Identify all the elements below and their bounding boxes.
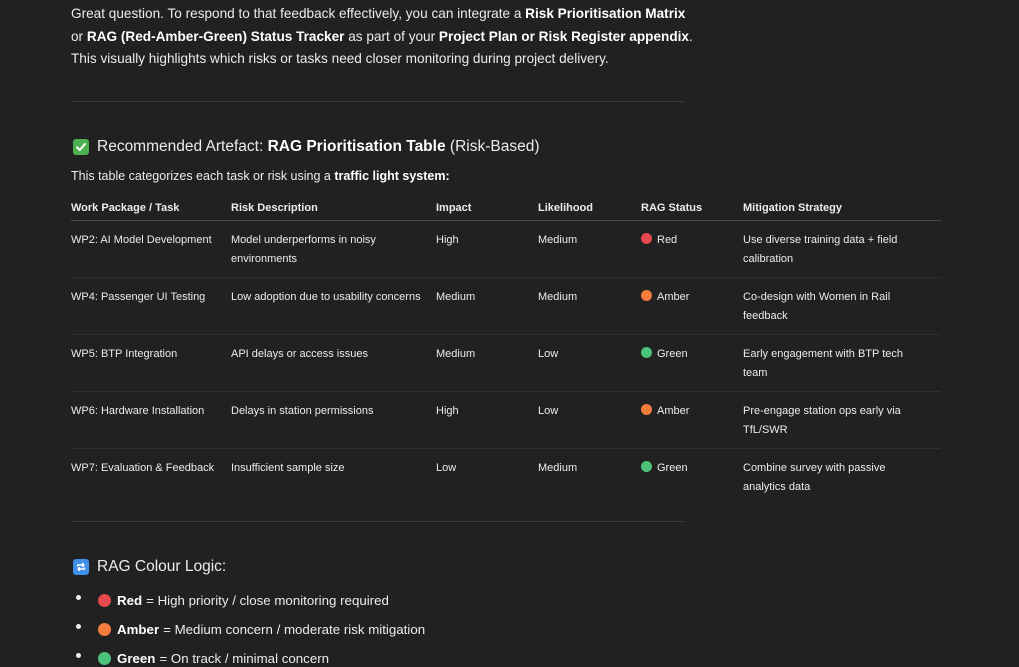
header-likelihood: Likelihood [538, 197, 641, 221]
green-circle-icon [641, 461, 652, 472]
bullet-icon [76, 653, 81, 658]
cell-impact: Low [436, 462, 457, 474]
divider [71, 521, 685, 522]
cell-mitigation: Co-design with Women in Rail feedback [743, 277, 941, 335]
check-mark-emoji-icon [73, 139, 89, 155]
table-intro: This table categorizes each task or risk… [71, 169, 450, 183]
rag-logic-list: Red = High priority / close monitoring re… [71, 586, 425, 667]
intro-paragraph: Great question. To respond to that feedb… [71, 3, 701, 71]
cell-risk: Low adoption due to usability concerns [231, 277, 436, 335]
table-header-row: Work Package / Task Risk Description Imp… [71, 197, 941, 221]
divider [71, 101, 685, 102]
cell-mitigation: Early engagement with BTP tech team [743, 334, 941, 392]
header-rag-status: RAG Status [641, 197, 743, 221]
cell-impact: Medium [436, 334, 538, 392]
artefact-heading: Recommended Artefact: RAG Prioritisation… [73, 138, 539, 156]
cell-task: WP4: Passenger UI Testing [71, 277, 231, 335]
intro-bold-term: Project Plan or Risk Register appendix [438, 28, 689, 44]
table-row: WP4: Passenger UI Testing Low adoption d… [71, 277, 941, 335]
rag-label: Red [657, 234, 678, 246]
heading-suffix: (Risk-Based) [449, 138, 540, 155]
header-risk-description: Risk Description [231, 197, 436, 221]
list-item: Amber = Medium concern / moderate risk mi… [71, 615, 425, 644]
bullet-icon [76, 624, 81, 629]
cell-mitigation: Use diverse training data + field calibr… [743, 220, 941, 278]
chat-response: Great question. To respond to that feedb… [0, 0, 1019, 667]
logic-text: = On track / minimal concern [159, 650, 330, 666]
cell-risk: Insufficient sample size [231, 462, 345, 474]
cell-task: WP7: Evaluation & Feedback [71, 462, 215, 474]
rag-label: Amber [657, 291, 690, 303]
table-row: WP2: AI Model Development Model underper… [71, 220, 941, 278]
logic-heading: RAG Colour Logic: [73, 558, 226, 576]
list-item: Red = High priority / close monitoring re… [71, 586, 425, 615]
intro-text: or [71, 28, 87, 44]
cell-likelihood: Medium [538, 220, 641, 278]
green-circle-icon [98, 652, 111, 665]
table-row: WP5: BTP Integration API delays or acces… [71, 334, 941, 392]
bullet-icon [76, 595, 81, 600]
logic-text: = High priority / close monitoring requi… [146, 592, 389, 608]
cell-likelihood: Low [538, 334, 641, 392]
heading-bold: RAG Prioritisation Table [267, 138, 446, 155]
green-circle-icon [641, 347, 652, 358]
cell-impact: High [436, 391, 538, 449]
list-item: Green = On track / minimal concern [71, 644, 425, 667]
cell-rag: Amber [641, 277, 743, 335]
table-intro-bold: traffic light system: [334, 169, 450, 183]
cell-task: WP2: AI Model Development [71, 220, 231, 278]
intro-bold-term: RAG (Red-Amber-Green) Status Tracker [86, 28, 345, 44]
intro-text: as part of your [344, 28, 439, 44]
logic-text: = Medium concern / moderate risk mitigat… [163, 621, 426, 637]
cell-risk: API delays or access issues [231, 334, 436, 392]
intro-text: Great question. To respond to that feedb… [71, 6, 526, 21]
cell-rag: Red [641, 220, 743, 278]
orange-circle-icon [641, 290, 652, 301]
rag-prioritisation-table: Work Package / Task Risk Description Imp… [71, 197, 941, 505]
cell-mitigation: Combine survey with passive analytics da… [743, 462, 886, 493]
logic-label: Green [117, 650, 156, 666]
intro-bold-term: Risk Prioritisation Matrix [525, 6, 686, 21]
cell-rag: Green [641, 334, 743, 392]
cell-task: WP5: BTP Integration [71, 334, 231, 392]
rag-label: Green [657, 348, 688, 360]
cell-rag: Amber [641, 391, 743, 449]
header-work-package: Work Package / Task [71, 197, 231, 221]
heading-prefix: Recommended Artefact: [97, 138, 264, 155]
red-circle-icon [98, 594, 111, 607]
orange-circle-icon [641, 404, 652, 415]
orange-circle-icon [98, 623, 111, 636]
cell-likelihood: Medium [538, 277, 641, 335]
cell-likelihood: Medium [538, 462, 578, 474]
cell-likelihood: Low [538, 391, 641, 449]
cell-risk: Delays in station permissions [231, 391, 436, 449]
cell-rag: Green [641, 449, 743, 506]
cell-impact: High [436, 220, 538, 278]
table-intro-text: This table categorizes each task or risk… [71, 169, 335, 183]
logic-label: Amber [117, 621, 160, 637]
cell-mitigation: Pre-engage station ops early via TfL/SWR [743, 391, 941, 449]
red-circle-icon [641, 233, 652, 244]
logic-title: RAG Colour Logic: [97, 558, 227, 575]
table-row: WP7: Evaluation & Feedback Insufficient … [71, 449, 941, 506]
header-impact: Impact [436, 197, 538, 221]
cell-impact: Medium [436, 277, 538, 335]
logic-label: Red [117, 592, 143, 608]
rag-label: Amber [657, 405, 690, 417]
table-row: WP6: Hardware Installation Delays in sta… [71, 391, 941, 449]
cell-task: WP6: Hardware Installation [71, 391, 231, 449]
rag-label: Green [657, 462, 688, 474]
header-mitigation: Mitigation Strategy [743, 197, 941, 221]
cell-risk: Model underperforms in noisy environment… [231, 220, 436, 278]
repeat-arrows-emoji-icon [73, 559, 89, 575]
